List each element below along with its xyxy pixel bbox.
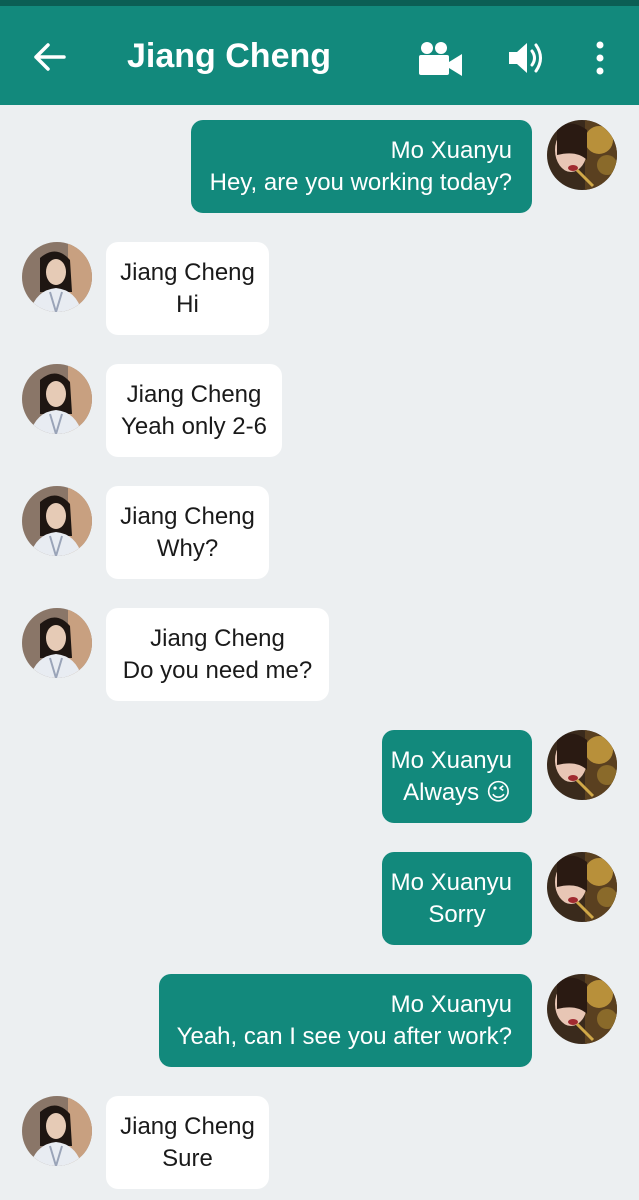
message-text: Yeah, can I see you after work? [176,1023,512,1050]
message-text: Hey, are you working today? [209,169,512,196]
arrow-left-icon [34,43,66,71]
avatar[interactable] [547,730,617,800]
video-camera-icon [419,42,462,76]
message-row: Mo Xuanyu Yeah, can I see you after work… [0,974,639,1070]
sender-name: Jiang Cheng [120,259,255,286]
avatar[interactable] [22,608,92,678]
message-bubble[interactable]: Jiang Cheng Yeah only 2-6 [106,364,282,457]
avatar[interactable] [22,364,92,434]
message-text: Sure [162,1145,213,1172]
message-text: Why? [156,535,219,562]
avatar[interactable] [22,1096,92,1166]
avatar[interactable] [547,974,617,1044]
sender-name: Mo Xuanyu [390,137,512,164]
avatar[interactable] [547,120,617,190]
avatar[interactable] [22,486,92,556]
message-bubble[interactable]: Jiang Cheng Why? [106,486,269,579]
message-bubble[interactable]: Jiang Cheng Hi [106,242,269,335]
message-row: Jiang Cheng Sure [0,1096,639,1192]
speaker-icon [509,43,542,73]
message-row: Jiang Cheng Do you need me? [0,608,639,704]
message-row: Mo Xuanyu Hey, are you working today? [0,120,639,216]
message-bubble[interactable]: Jiang Cheng Sure [106,1096,269,1189]
more-options-button[interactable] [590,40,610,78]
sender-name: Jiang Cheng [120,1113,255,1140]
message-text: Hi [176,291,199,318]
sender-name: Mo Xuanyu [390,991,512,1018]
message-row: Jiang Cheng Hi [0,242,639,338]
sender-name: Mo Xuanyu [390,869,512,896]
message-bubble[interactable]: Jiang Cheng Do you need me? [106,608,329,701]
message-row: Mo Xuanyu Sorry [0,852,639,948]
message-bubble[interactable]: Mo Xuanyu Sorry [382,852,532,945]
avatar[interactable] [547,852,617,922]
message-row: Jiang Cheng Why? [0,486,639,582]
video-call-button[interactable] [417,40,463,76]
sender-name: Jiang Cheng [150,625,285,652]
more-vert-icon [596,41,604,75]
message-row: Mo Xuanyu Always 😉 [0,730,639,826]
audio-call-button[interactable] [507,39,545,77]
message-text: Do you need me? [122,657,313,684]
avatar[interactable] [22,242,92,312]
message-text: Always 😉 [403,779,511,806]
message-text: Sorry [428,901,486,928]
back-button[interactable] [30,39,70,75]
chat-title: Jiang Cheng [127,37,332,75]
sender-name: Mo Xuanyu [390,747,512,774]
sender-name: Jiang Cheng [120,503,255,530]
sender-name: Jiang Cheng [126,381,262,408]
message-bubble[interactable]: Mo Xuanyu Hey, are you working today? [191,120,532,213]
message-bubble[interactable]: Mo Xuanyu Always 😉 [382,730,532,823]
chat-header: Jiang Cheng [0,6,639,105]
message-bubble[interactable]: Mo Xuanyu Yeah, can I see you after work… [159,974,532,1067]
message-text: Yeah only 2-6 [121,413,267,440]
message-row: Jiang Cheng Yeah only 2-6 [0,364,639,460]
